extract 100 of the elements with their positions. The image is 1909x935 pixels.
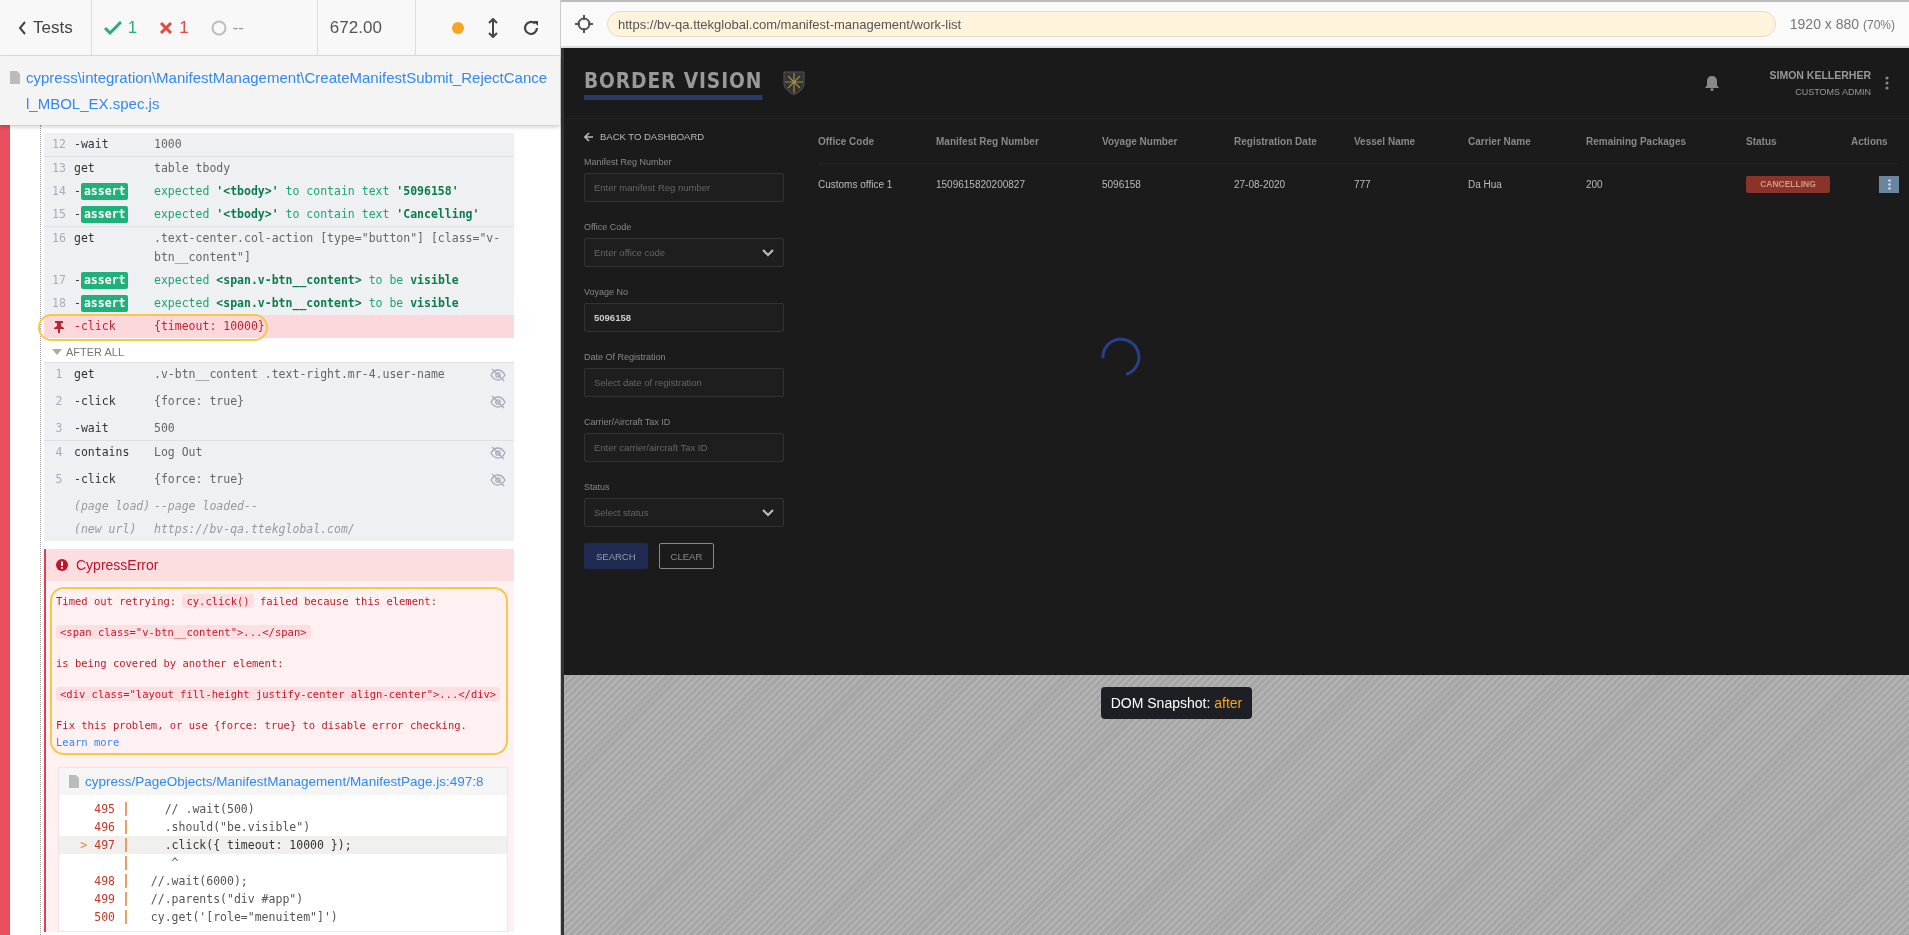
failed-count: 1 [179, 17, 189, 38]
command-message: --page loaded-- [154, 498, 259, 515]
field-label: Carrier/Aircraft Tax ID [584, 417, 672, 427]
command-message: expected '<tbody>' to contain text '5096158' [154, 183, 460, 200]
command-prefix: - [74, 207, 81, 221]
error-message: <div class="layout fill-height justify-center align-center">...</div> [56, 686, 502, 703]
command-message: {force: true} [154, 393, 245, 410]
cross-icon [159, 20, 174, 35]
line-number: 17 [51, 272, 67, 289]
column-header: Office Code [818, 135, 876, 147]
table-cell-text: Customs office 1 [818, 178, 894, 190]
check-icon [103, 20, 122, 35]
line-number: 13 [51, 160, 67, 177]
search-button[interactable]: SEARCH [584, 543, 648, 569]
command-row[interactable]: 13 get table tbody [44, 156, 514, 180]
command-row[interactable]: 4 contains Log Out [44, 440, 514, 468]
command-message: Log Out [154, 444, 204, 461]
user-name[interactable]: SIMON KELLERHER [1769, 69, 1871, 81]
code-line: ^ [170, 855, 179, 872]
loading-spinner-icon [1099, 335, 1143, 379]
command-message: table tbody [154, 160, 232, 177]
line-number: 14 [51, 183, 67, 200]
caret-down-icon [52, 348, 62, 356]
command-row[interactable]: 18 - assert expected <span.v-btn__content> to be visible [44, 292, 514, 315]
row-actions-button[interactable] [1879, 175, 1899, 193]
url-field[interactable]: https://bv-qa.ttekglobal.com/manifest-management/work-list [607, 11, 1776, 37]
command-name: contains [74, 444, 131, 461]
line-number: 18 [51, 295, 67, 312]
field-label: Voyage No [584, 287, 630, 297]
command-row[interactable]: 17 - assert expected <span.v-btn__content> to be visible [44, 269, 514, 292]
line-number: 16 [51, 230, 67, 247]
command-row[interactable]: -click {timeout: 10000} [44, 315, 514, 338]
command-row[interactable]: 3 -wait 500 [44, 417, 514, 440]
command-message: .v-btn__content .text-right.mr-4.user-name [154, 366, 446, 383]
clear-button[interactable]: CLEAR [658, 543, 715, 569]
command-prefix: - [74, 296, 81, 310]
column-header: Registration Date [1234, 135, 1318, 147]
command-message: {timeout: 10000} [154, 318, 266, 335]
command-name: -wait [74, 420, 110, 437]
tests-back-button[interactable]: Tests [12, 16, 79, 39]
command-name: -click [74, 471, 117, 488]
input-field[interactable]: 5096158 [584, 303, 784, 332]
file-icon [10, 71, 20, 84]
code-line: .should("be.visible") [163, 819, 311, 836]
app-logo: BORDER VISION [584, 66, 763, 100]
line-number: 4 [54, 444, 64, 461]
more-vertical-icon[interactable] [1885, 76, 1889, 90]
command-name: get [74, 160, 96, 177]
duration: 672.00 [329, 17, 382, 38]
code-line: //.parents("div #app") [149, 891, 304, 908]
command-row[interactable]: 12 -wait 1000 [44, 133, 514, 156]
eye-slash-icon [490, 473, 506, 487]
command-message: expected '<tbody>' to contain text 'Cancelling' [154, 206, 481, 223]
command-row[interactable]: 5 -click {force: true} [44, 468, 514, 495]
column-header: Voyage Number [1102, 135, 1179, 147]
assert-label: assert [80, 295, 129, 312]
column-header: Actions [1851, 135, 1889, 147]
line-number: 1 [54, 366, 64, 383]
line-number: 12 [51, 136, 67, 153]
table-cell-text: 777 [1354, 178, 1372, 190]
command-row[interactable]: 16 get .text-center.col-action [type="button"] [class="v-btn__content"] [44, 226, 514, 269]
command-message: .text-center.col-action [type="button"] [class="v-btn__content"] [154, 230, 502, 266]
command-row[interactable]: 14 - assert expected '<tbody>' to contain text '5096158' [44, 180, 514, 203]
eye-slash-icon [490, 446, 506, 460]
command-name: -wait [74, 136, 110, 153]
command-message: 1000 [154, 136, 183, 153]
status-badge: CANCELLING [1746, 175, 1830, 193]
command-message: expected <span.v-btn__content> to be visible [154, 272, 460, 290]
field-label: Status [584, 482, 611, 492]
command-row[interactable]: 1 get .v-btn__content .text-right.mr-4.user-name [44, 362, 514, 390]
compass-emblem-icon [781, 70, 806, 96]
command-name: (page load) [74, 498, 152, 515]
assert-label: assert [80, 206, 129, 223]
dom-snapshot-label: DOM Snapshot: after [1100, 687, 1253, 719]
command-message: expected <span.v-btn__content> to be visible [154, 295, 460, 313]
user-role: CUSTOMS ADMIN [1795, 87, 1871, 97]
table-cell-text: 200 [1586, 178, 1604, 190]
line-number: 497 [94, 838, 115, 852]
auto-scroll-icon[interactable] [488, 17, 498, 38]
assert-label: assert [80, 183, 129, 200]
line-number: 500 [94, 910, 115, 924]
line-number: 2 [54, 393, 64, 410]
command-row[interactable]: 2 -click {force: true} [44, 390, 514, 417]
line-number: 5 [54, 471, 64, 488]
bell-icon[interactable] [1705, 75, 1720, 91]
command-prefix: - [74, 273, 81, 287]
command-prefix: - [74, 184, 81, 198]
command-message: {force: true} [154, 471, 245, 488]
error-message: is being covered by another element: [56, 656, 285, 671]
pin-icon [53, 320, 65, 333]
command-name: -click [74, 318, 117, 335]
command-row[interactable]: 15 - assert expected '<tbody>' to contain text 'Cancelling' [44, 203, 514, 226]
code-line: cy.get('[role="menuitem"]') [149, 909, 338, 926]
column-header: Manifest Reg Number [936, 135, 1040, 147]
back-to-dashboard-link[interactable]: BACK TO DASHBOARD [584, 131, 784, 142]
command-message: https://bv-qa.ttekglobal.com/ [154, 521, 356, 538]
after-all-toggle[interactable]: AFTER ALL [44, 338, 514, 362]
selector-target-icon[interactable] [575, 15, 593, 33]
reload-icon[interactable] [522, 18, 540, 37]
table-cell-text: 5096158 [1102, 178, 1142, 190]
